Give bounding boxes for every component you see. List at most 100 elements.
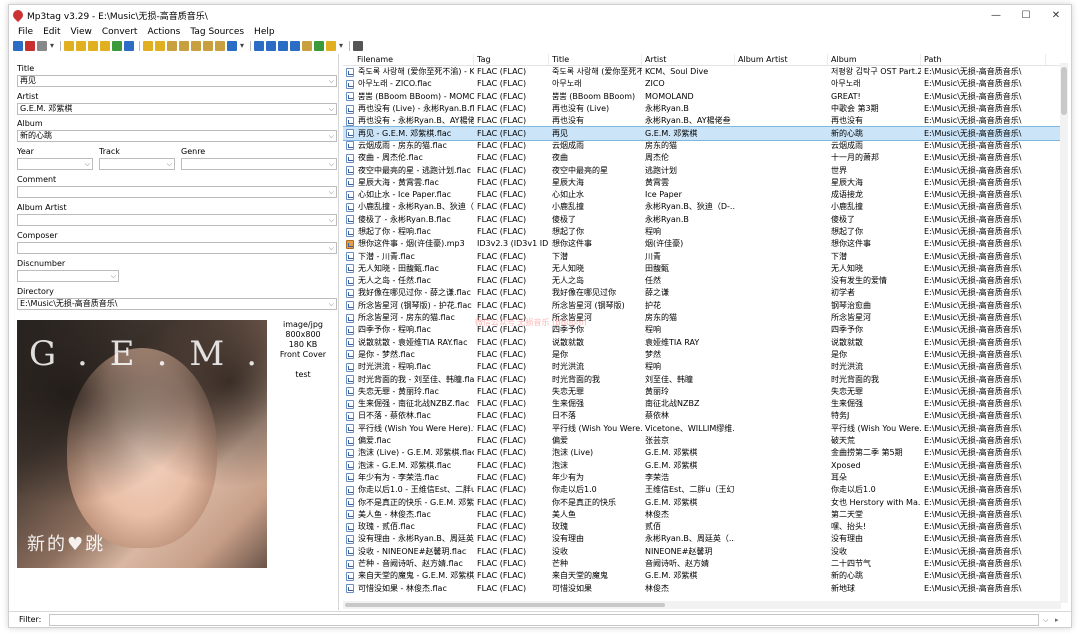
album-artist-field[interactable]: ⌵ xyxy=(17,214,337,226)
chevron-down-icon[interactable]: ⌵ xyxy=(329,243,334,253)
table-row[interactable]: 泡沫 (Live) - G.E.M. 邓紫棋.flac FLAC (FLAC) 泡沫… xyxy=(343,447,1061,459)
chevron-down-icon[interactable]: ⌵ xyxy=(329,76,334,86)
playlist-icon[interactable] xyxy=(266,41,276,51)
column-header-filename[interactable]: Filename xyxy=(343,54,474,65)
table-row[interactable]: 所念皆星河 - 房东的猫.flac FLAC (FLAC) 所念皆星河 房东的猫 所念皆… xyxy=(343,312,1061,324)
filename-to-tag-icon[interactable] xyxy=(179,41,189,51)
chevron-down-icon[interactable]: ⌵ xyxy=(167,159,172,169)
table-row[interactable]: 小鹿乱撞 - 永彬Ryan.B、狄迪（D-D...FLAC (FLAC) 小鹿乱撞… xyxy=(343,201,1061,213)
track-field[interactable]: ⌵ xyxy=(99,158,175,170)
table-row[interactable]: 无人知晓 - 田馥甄.flac FLAC (FLAC) 无人知晓 田馥甄 无人知晓 E:\… xyxy=(343,263,1061,275)
table-row[interactable]: 아무노래 - ZICO.flac FLAC (FLAC) 아무노래 ZICO 아무노래 E… xyxy=(343,78,1061,90)
globe-icon[interactable] xyxy=(314,41,324,51)
tag-to-text-icon[interactable] xyxy=(215,41,225,51)
menu-view[interactable]: View xyxy=(66,25,97,39)
artist-field[interactable]: G.E.M. 邓紫棋 ⌵ xyxy=(17,103,337,115)
table-row[interactable]: 心如止水 - Ice Paper.flac FLAC (FLAC) 心如止水 Ice … xyxy=(343,189,1061,201)
table-row[interactable]: 平行线 (Wish You Were Here).flacFLAC (FLAC)… xyxy=(343,423,1061,435)
genre-field[interactable]: ⌵ xyxy=(181,158,337,170)
chevron-down-icon[interactable]: ⌵ xyxy=(329,187,334,197)
composer-field[interactable]: ⌵ xyxy=(17,242,337,254)
column-header-path[interactable]: Path xyxy=(921,54,1046,65)
refresh-icon[interactable] xyxy=(112,41,122,51)
dropdown-arrow-icon[interactable]: ▾ xyxy=(239,41,245,51)
column-header-title[interactable]: Title xyxy=(549,54,642,65)
chevron-down-icon[interactable]: ⌵ xyxy=(329,299,334,309)
table-row[interactable]: 无人之岛 - 任然.flac FLAC (FLAC) 无人之岛 任然 没有发生的爱情 E:… xyxy=(343,275,1061,287)
scrollbar-thumb[interactable] xyxy=(1061,67,1067,115)
table-row[interactable]: 芒种 - 音阙诗听、赵方婧.flac FLAC (FLAC) 芒种 音阙诗听、赵方婧 二… xyxy=(343,558,1061,570)
favorite-icon[interactable] xyxy=(100,41,110,51)
table-row[interactable]: 云烟成雨 - 房东的猫.flac FLAC (FLAC) 云烟成雨 房东的猫 云烟成雨 E… xyxy=(343,140,1061,152)
table-row[interactable]: 再见 - G.E.M. 邓紫棋.flac FLAC (FLAC) 再见 G.E.M. … xyxy=(343,126,1061,141)
table-row[interactable]: 偏爱.flac FLAC (FLAC) 偏爱 张芸京 破天荒 E:\Music\无损-高音… xyxy=(343,435,1061,447)
table-row[interactable]: 时光洪流 - 程响.flac FLAC (FLAC) 时光洪流 程响 时光洪流 E:\Mu… xyxy=(343,361,1061,373)
scrollbar-thumb[interactable] xyxy=(345,603,665,607)
column-header-album[interactable]: Album xyxy=(828,54,921,65)
close-button[interactable]: ✕ xyxy=(1041,5,1071,25)
table-row[interactable]: 下潜 - 川青.flac FLAC (FLAC) 下潜 川青 下潜 E:\Music\无损… xyxy=(343,250,1061,262)
add-directory-icon[interactable] xyxy=(76,41,86,51)
table-row[interactable]: 失恋无罪 - 黄丽玲.flac FLAC (FLAC) 失恋无罪 黄丽玲 失恋无罪 E:\… xyxy=(343,386,1061,398)
table-row[interactable]: 傻极了 - 永彬Ryan.B.flac FLAC (FLAC) 傻极了 永彬Ryan.… xyxy=(343,214,1061,226)
table-row[interactable]: 泡沫 - G.E.M. 邓紫棋.flac FLAC (FLAC) 泡沫 G.E.M. … xyxy=(343,460,1061,472)
table-row[interactable]: 时光背面的我 - 刘至佳、韩瞳.flac FLAC (FLAC) 时光背面的我 刘至佳… xyxy=(343,373,1061,385)
chevron-down-icon[interactable]: ⌵ xyxy=(329,131,334,141)
chevron-down-icon[interactable]: ⌵ xyxy=(111,271,116,281)
chevron-down-icon[interactable]: ⌵ xyxy=(329,215,334,225)
directory-field[interactable]: E:\Music\无损-高音质音乐\ ⌵ xyxy=(17,298,337,310)
table-row[interactable]: 年少有为 - 李荣浩.flac FLAC (FLAC) 年少有为 李荣浩 耳朵 E:\Mu… xyxy=(343,472,1061,484)
horizontal-scrollbar[interactable] xyxy=(343,601,1061,609)
dropdown-arrow-icon[interactable]: ▾ xyxy=(338,41,344,51)
column-header-album-artist[interactable]: Album Artist xyxy=(735,54,828,65)
table-row[interactable]: 美人鱼 - 林俊杰.flac FLAC (FLAC) 美人鱼 林俊杰 第二天堂 E:\Mu… xyxy=(343,509,1061,521)
save-icon[interactable] xyxy=(13,41,23,51)
table-row[interactable]: 想你这件事 - 烟(许佳豪).mp3 ID3v2.3 (ID3v1 ID... 想你… xyxy=(343,238,1061,250)
table-row[interactable]: 再也没有 - 永彬Ryan.B、AY楊佬叁.f...FLAC (FLAC) 再也没… xyxy=(343,115,1061,127)
column-header-artist[interactable]: Artist xyxy=(642,54,735,65)
text-to-tag-icon[interactable] xyxy=(203,41,213,51)
case-conversion-icon[interactable] xyxy=(227,41,237,51)
change-directory-icon[interactable] xyxy=(64,41,74,51)
table-row[interactable]: 夜空中最亮的星 - 逃跑计划.flac FLAC (FLAC) 夜空中最亮的星 逃跑计… xyxy=(343,164,1061,176)
options-icon[interactable] xyxy=(353,41,363,51)
maximize-button[interactable]: ☐ xyxy=(1011,5,1041,25)
year-field[interactable]: ⌵ xyxy=(17,158,93,170)
table-row[interactable]: 四季予你 - 程响.flac FLAC (FLAC) 四季予你 程响 四季予你 E:\Mu… xyxy=(343,324,1061,336)
filename-to-filename-icon[interactable] xyxy=(191,41,201,51)
menu-file[interactable]: File xyxy=(13,25,38,39)
table-row[interactable]: 所念皆星河 (钢琴版) - 护花.flac FLAC (FLAC) 所念皆星河 (钢… xyxy=(343,300,1061,312)
menu-actions[interactable]: Actions xyxy=(142,25,185,39)
comment-field[interactable]: ⌵ xyxy=(17,186,337,198)
dropdown-arrow-icon[interactable]: ▾ xyxy=(49,41,55,51)
remove-tag-icon[interactable] xyxy=(25,41,35,51)
menu-tag-sources[interactable]: Tag Sources xyxy=(185,25,249,39)
open-folder-icon[interactable] xyxy=(88,41,98,51)
album-field[interactable]: 新的心跳 ⌵ xyxy=(17,130,337,142)
minimize-button[interactable]: — xyxy=(981,5,1011,25)
menu-help[interactable]: Help xyxy=(249,25,280,39)
undo-icon[interactable] xyxy=(37,41,47,51)
cover-art-image[interactable]: G.E.M. 新的♥跳 xyxy=(17,320,267,568)
discnumber-field[interactable]: ⌵ xyxy=(17,270,119,282)
tag-sources-icon[interactable] xyxy=(278,41,288,51)
table-row[interactable]: 我好像在哪见过你 - 薛之谦.flac FLAC (FLAC) 我好像在哪见过你 薛之… xyxy=(343,287,1061,299)
vertical-scrollbar[interactable] xyxy=(1060,63,1068,603)
table-row[interactable]: 玫瑰 - 贰佰.flac FLAC (FLAC) 玫瑰 贰佰 嘿、抬头! E:\Music… xyxy=(343,521,1061,533)
menu-convert[interactable]: Convert xyxy=(97,25,143,39)
select-icon[interactable] xyxy=(124,41,134,51)
tools-icon[interactable] xyxy=(290,41,300,51)
table-row[interactable]: 来自天堂的魔鬼 - G.E.M. 邓紫棋.flacFLAC (FLAC) 来自天堂… xyxy=(343,570,1061,582)
table-row[interactable]: 뿜뿜 (BBoom BBoom) - MOMOLA...FLAC (FLAC) 뿜… xyxy=(343,91,1061,103)
chevron-down-icon[interactable]: ⌵ xyxy=(1043,614,1048,626)
table-row[interactable]: 日不落 - 蔡依林.flac FLAC (FLAC) 日不落 蔡依林 特务J E:\Mus… xyxy=(343,410,1061,422)
table-row[interactable]: 星辰大海 - 黄霄雲.flac FLAC (FLAC) 星辰大海 黄霄雲 星辰大海 E:\… xyxy=(343,177,1061,189)
menu-edit[interactable]: Edit xyxy=(38,25,65,39)
chevron-down-icon[interactable]: ⌵ xyxy=(329,159,334,169)
web-sources-icon[interactable] xyxy=(326,41,336,51)
table-row[interactable]: 再也没有 (Live) - 永彬Ryan.B.flac FLAC (FLAC) 再也… xyxy=(343,103,1061,115)
export-icon[interactable] xyxy=(254,41,264,51)
table-row[interactable]: 生来倔强 - 南征北战NZBZ.flac FLAC (FLAC) 生来倔强 南征北战N… xyxy=(343,398,1061,410)
arrow-right-icon[interactable]: ▸ xyxy=(1055,614,1059,626)
title-field[interactable]: 再见 ⌵ xyxy=(17,75,337,87)
